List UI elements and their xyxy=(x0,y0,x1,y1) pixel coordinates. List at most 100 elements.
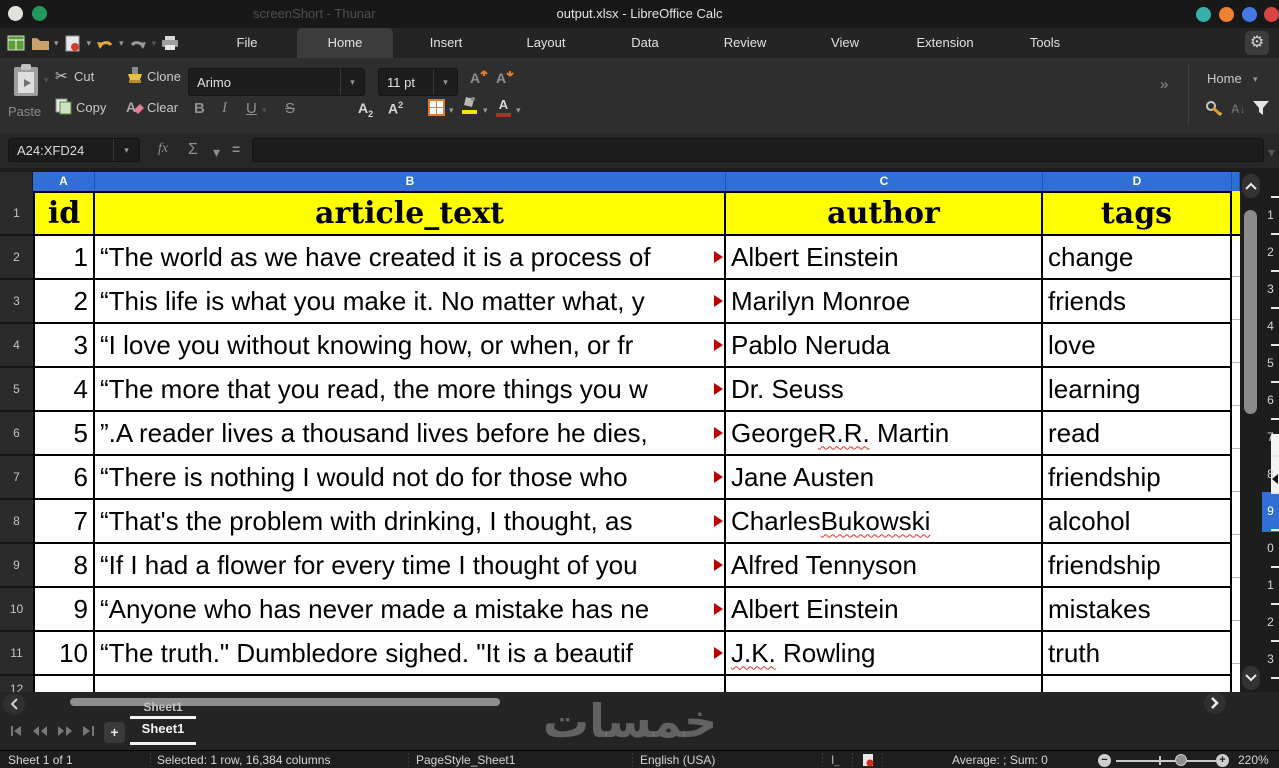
save-icon[interactable] xyxy=(63,33,83,53)
autofilter-icon[interactable] xyxy=(1252,99,1270,117)
header-cell-author[interactable]: author xyxy=(726,191,1043,236)
cell-id[interactable]: 3 xyxy=(33,324,95,368)
copy-icon[interactable] xyxy=(55,98,72,115)
highlight-caret-icon[interactable]: ▾ xyxy=(483,106,488,115)
window-control-close[interactable] xyxy=(1264,7,1279,22)
cell-tag[interactable]: change xyxy=(1043,236,1232,280)
scroll-down-icon[interactable] xyxy=(1242,666,1260,690)
menu-tab-extension[interactable]: Extension xyxy=(897,28,993,58)
select-all-corner[interactable] xyxy=(0,172,33,191)
cell-article-text[interactable]: “The more that you read, the more things… xyxy=(95,368,726,412)
cell-empty[interactable] xyxy=(726,676,1043,692)
previous-sheet-button[interactable] xyxy=(32,725,48,737)
paste-icon[interactable] xyxy=(12,63,40,97)
cell-article-text[interactable]: “This life is what you make it. No matte… xyxy=(95,280,726,324)
cell-id[interactable]: 9 xyxy=(33,588,95,632)
cell-tag[interactable]: learning xyxy=(1043,368,1232,412)
cell-id[interactable]: 5 xyxy=(33,412,95,456)
document-modified-icon[interactable] xyxy=(862,754,875,767)
font-name-caret-icon[interactable]: ▾ xyxy=(350,77,355,87)
cell-id[interactable]: 10 xyxy=(33,632,95,676)
clear-label[interactable]: Clear xyxy=(147,100,178,115)
panel-selector-caret-icon[interactable]: ▾ xyxy=(1253,75,1258,84)
font-size-caret-icon[interactable]: ▾ xyxy=(443,77,448,87)
language-status[interactable]: English (USA) xyxy=(640,753,715,767)
cell-article-text[interactable]: “If I had a flower for every time I thou… xyxy=(95,544,726,588)
scroll-up-icon[interactable] xyxy=(1242,174,1260,198)
cell-article-text[interactable]: “That's the problem with drinking, I tho… xyxy=(95,500,726,544)
cut-label[interactable]: Cut xyxy=(74,69,94,84)
column-header-d[interactable]: D xyxy=(1043,172,1232,191)
underline-caret-icon[interactable]: ▾ xyxy=(262,106,267,115)
cell-id[interactable]: 8 xyxy=(33,544,95,588)
name-box[interactable]: A24:XFD24 ▾ xyxy=(8,138,140,162)
cell-author[interactable]: Jane Austen xyxy=(726,456,1043,500)
print-icon[interactable] xyxy=(160,33,180,53)
page-style-status[interactable]: PageStyle_Sheet1 xyxy=(416,753,515,767)
column-header-e[interactable] xyxy=(1232,172,1240,191)
shrink-font-icon[interactable]: A xyxy=(496,68,516,88)
cell-author[interactable]: Alfred Tennyson xyxy=(726,544,1043,588)
zoom-slider-thumb[interactable] xyxy=(1175,754,1187,766)
cell-empty[interactable] xyxy=(33,676,95,692)
cell-author[interactable]: Dr. Seuss xyxy=(726,368,1043,412)
cell-author[interactable]: Marilyn Monroe xyxy=(726,280,1043,324)
row-header-7[interactable]: 7 xyxy=(0,456,33,500)
cut-icon[interactable]: ✂ xyxy=(55,67,68,85)
font-color-icon[interactable]: A xyxy=(496,97,511,117)
window-control-restore[interactable] xyxy=(1242,7,1257,22)
cell-article-text[interactable]: “There is nothing I would not do for tho… xyxy=(95,456,726,500)
font-color-caret-icon[interactable]: ▾ xyxy=(516,106,521,115)
borders-icon[interactable] xyxy=(428,99,445,116)
add-sheet-button[interactable]: + xyxy=(104,722,125,743)
vertical-scrollbar-thumb[interactable] xyxy=(1244,210,1257,414)
menu-tab-data[interactable]: Data xyxy=(597,28,693,58)
gear-icon[interactable]: ⚙ xyxy=(1245,31,1269,55)
row-header-3[interactable]: 3 xyxy=(0,280,33,324)
vertical-scrollbar[interactable] xyxy=(1240,172,1262,692)
borders-caret-icon[interactable]: ▾ xyxy=(449,106,454,115)
cell-author[interactable]: J.K. Rowling xyxy=(726,632,1043,676)
cell-id[interactable]: 4 xyxy=(33,368,95,412)
row-header-5[interactable]: 5 xyxy=(0,368,33,412)
cell-author[interactable]: Albert Einstein xyxy=(726,588,1043,632)
font-size-combo[interactable]: 11 pt ▾ xyxy=(378,68,458,96)
open-file-icon[interactable] xyxy=(30,33,50,53)
next-sheet-button[interactable] xyxy=(57,725,73,737)
zoom-in-icon[interactable]: + xyxy=(1216,754,1229,767)
italic-button[interactable]: I xyxy=(222,100,227,117)
sum-icon[interactable]: Σ xyxy=(188,141,198,159)
cell-id[interactable]: 6 xyxy=(33,456,95,500)
open-dropdown-caret-icon[interactable]: ▾ xyxy=(54,38,59,48)
font-name-combo[interactable]: Arimo ▾ xyxy=(188,68,365,96)
cell-article-text[interactable]: “I love you without knowing how, or when… xyxy=(95,324,726,368)
panel-selector-label[interactable]: Home xyxy=(1207,71,1242,86)
cell-article-text[interactable]: “The world as we have created it is a pr… xyxy=(95,236,726,280)
row-header-6[interactable]: 6 xyxy=(0,412,33,456)
cell-article-text[interactable]: ”.A reader lives a thousand lives before… xyxy=(95,412,726,456)
highlight-color-icon[interactable] xyxy=(462,96,479,114)
formula-equals-icon[interactable]: = xyxy=(232,141,240,157)
cell-tag[interactable]: alcohol xyxy=(1043,500,1232,544)
zoom-out-icon[interactable]: − xyxy=(1098,754,1111,767)
cell-tag[interactable]: friends xyxy=(1043,280,1232,324)
cell-id[interactable]: 2 xyxy=(33,280,95,324)
formula-input[interactable] xyxy=(252,138,1264,162)
expand-formula-caret-icon[interactable]: ▾ xyxy=(1268,145,1275,159)
undo-icon[interactable] xyxy=(95,33,115,53)
cell-tag[interactable]: love xyxy=(1043,324,1232,368)
row-header-1[interactable]: 1 xyxy=(0,191,33,236)
superscript-button[interactable]: A2 xyxy=(388,100,403,117)
name-box-caret-icon[interactable]: ▾ xyxy=(124,145,129,155)
header-cell-id[interactable]: id xyxy=(33,191,95,236)
function-wizard-icon[interactable]: fx xyxy=(158,141,168,157)
column-header-a[interactable]: A xyxy=(33,172,95,191)
scroll-left-icon[interactable] xyxy=(3,693,25,715)
cell-id[interactable]: 1 xyxy=(33,236,95,280)
sheet-tab-sheet1[interactable]: Sheet1 xyxy=(130,721,196,745)
column-header-b[interactable]: B xyxy=(95,172,726,191)
row-header-8[interactable]: 8 xyxy=(0,500,33,544)
redo-icon[interactable] xyxy=(128,33,148,53)
sort-edit-icon[interactable] xyxy=(1205,99,1223,117)
cell-author[interactable]: Charles Bukowski xyxy=(726,500,1043,544)
